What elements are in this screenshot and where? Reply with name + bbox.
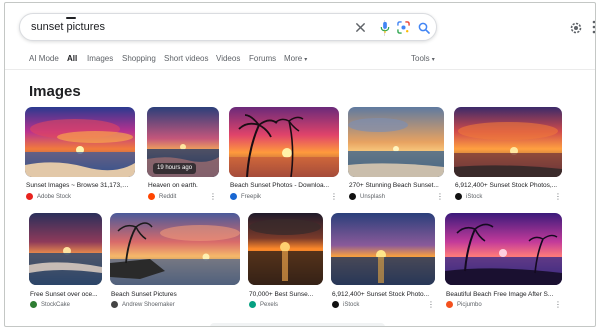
result-thumbnail[interactable] — [454, 107, 562, 177]
result-thumbnail[interactable] — [331, 213, 435, 285]
result-title[interactable]: 6,912,400+ Sunset Stock Photo... — [332, 291, 432, 298]
result-thumbnail[interactable] — [445, 213, 562, 285]
reddit-favicon-icon — [148, 193, 155, 200]
tab-shopping[interactable]: Shopping — [122, 54, 156, 63]
close-icon[interactable] — [353, 20, 368, 35]
tools-label: Tools — [411, 54, 430, 63]
result-title[interactable]: 270+ Stunning Beach Sunset... — [349, 182, 441, 189]
tab-images[interactable]: Images — [87, 54, 113, 63]
result-title[interactable]: Heaven on earth. — [148, 182, 218, 189]
browser-frame: sunset pictures AI Mode All Images Shopp… — [4, 2, 596, 327]
result-title[interactable]: 70,000+ Best Sunse... — [249, 291, 321, 298]
source-name: Andrew Shoemaker — [122, 301, 175, 308]
image-result[interactable]: 6,912,400+ Sunset Stock Photo... iStock … — [331, 213, 435, 311]
apps-icon[interactable] — [591, 19, 595, 35]
chevron-down-icon: ▾ — [431, 57, 435, 63]
more-options-icon[interactable]: ⋮ — [209, 192, 217, 202]
chevron-down-icon: ▾ — [304, 57, 308, 63]
image-result[interactable]: Beach Sunset Pictures Andrew Shoemaker — [110, 213, 240, 311]
image-result[interactable]: Free Sunset over oce... StockCake — [29, 213, 102, 311]
result-thumbnail[interactable] — [110, 213, 240, 285]
result-title[interactable]: Beach Sunset Photos - Downloa... — [230, 182, 334, 189]
result-source: Adobe Stock — [26, 192, 71, 201]
more-options-icon[interactable]: ⋮ — [554, 300, 562, 310]
tab-active-indicator — [66, 17, 76, 19]
result-source: Pexels — [249, 300, 278, 309]
tab-forums[interactable]: Forums — [249, 54, 276, 63]
source-name: Unsplash — [360, 193, 386, 200]
result-source: Reddit — [148, 192, 176, 201]
source-name: Reddit — [159, 193, 177, 200]
source-name: StockCake — [41, 301, 71, 308]
istock-favicon-icon — [332, 301, 339, 308]
source-name: Pexels — [260, 301, 279, 308]
image-result[interactable]: Beautiful Beach Free Image After S... Pi… — [445, 213, 562, 311]
tab-more-label: More — [284, 54, 303, 63]
result-source: Andrew Shoemaker — [111, 300, 175, 309]
result-thumbnail[interactable] — [29, 213, 102, 285]
more-options-icon[interactable]: ⋮ — [554, 192, 562, 202]
more-options-icon[interactable]: ⋮ — [427, 300, 435, 310]
source-name: iStock — [466, 193, 483, 200]
result-thumbnail[interactable] — [25, 107, 135, 177]
source-name: Adobe Stock — [37, 193, 72, 200]
pexels-favicon-icon — [249, 301, 256, 308]
search-input[interactable]: sunset pictures — [31, 21, 105, 33]
adobe-stock-favicon-icon — [26, 193, 33, 200]
image-result[interactable]: Sunset Images ~ Browse 31,173,1... Adobe… — [25, 107, 135, 205]
freepik-favicon-icon — [230, 193, 237, 200]
divider — [5, 69, 595, 70]
source-name: Freepik — [241, 193, 262, 200]
result-thumbnail[interactable] — [248, 213, 323, 285]
tools-button[interactable]: Tools ▾ — [411, 54, 435, 63]
unsplash-favicon-icon — [349, 193, 356, 200]
lens-icon[interactable] — [396, 20, 411, 35]
result-source: StockCake — [30, 300, 70, 309]
tab-all[interactable]: All — [67, 54, 77, 63]
bottom-bar — [210, 323, 385, 326]
result-title[interactable]: Sunset Images ~ Browse 31,173,1... — [26, 182, 130, 189]
result-thumbnail[interactable] — [348, 107, 444, 177]
source-name: Picjumbo — [457, 301, 482, 308]
result-source: iStock — [332, 300, 359, 309]
result-title[interactable]: Beach Sunset Pictures — [111, 291, 236, 298]
result-source: Freepik — [230, 192, 261, 201]
tab-videos[interactable]: Videos — [216, 54, 240, 63]
istock-favicon-icon — [455, 193, 462, 200]
result-title[interactable]: Free Sunset over oce... — [30, 291, 102, 298]
image-result[interactable]: Beach Sunset Photos - Downloa... Freepik… — [229, 107, 339, 205]
result-title[interactable]: Beautiful Beach Free Image After S... — [446, 291, 560, 298]
settings-icon[interactable] — [569, 21, 583, 35]
picjumbo-favicon-icon — [446, 301, 453, 308]
result-source: Unsplash — [349, 192, 385, 201]
time-badge: 19 hours ago — [153, 163, 197, 174]
andrew-shoemaker-favicon-icon — [111, 301, 118, 308]
tab-more[interactable]: More ▾ — [284, 54, 307, 63]
result-source: iStock — [455, 192, 482, 201]
section-title: Images — [29, 83, 81, 100]
result-title[interactable]: 6,912,400+ Sunset Stock Photos,... — [455, 182, 561, 189]
more-options-icon[interactable]: ⋮ — [330, 192, 338, 202]
result-source: Picjumbo — [446, 300, 482, 309]
image-result[interactable]: 270+ Stunning Beach Sunset... Unsplash ⋮ — [348, 107, 444, 205]
source-name: iStock — [343, 301, 360, 308]
result-thumbnail[interactable] — [229, 107, 339, 177]
stockcake-favicon-icon — [30, 301, 37, 308]
more-options-icon[interactable]: ⋮ — [436, 192, 444, 202]
image-result[interactable]: 70,000+ Best Sunse... Pexels — [248, 213, 323, 311]
search-box[interactable]: sunset pictures — [19, 13, 437, 41]
mic-icon[interactable] — [377, 20, 392, 35]
tab-short-videos[interactable]: Short videos — [164, 54, 208, 63]
image-result[interactable]: 19 hours ago Heaven on earth. Reddit ⋮ — [147, 107, 219, 205]
image-result[interactable]: 6,912,400+ Sunset Stock Photos,... iStoc… — [454, 107, 562, 205]
tab-ai-mode[interactable]: AI Mode — [29, 54, 59, 63]
search-icon[interactable] — [416, 20, 431, 35]
